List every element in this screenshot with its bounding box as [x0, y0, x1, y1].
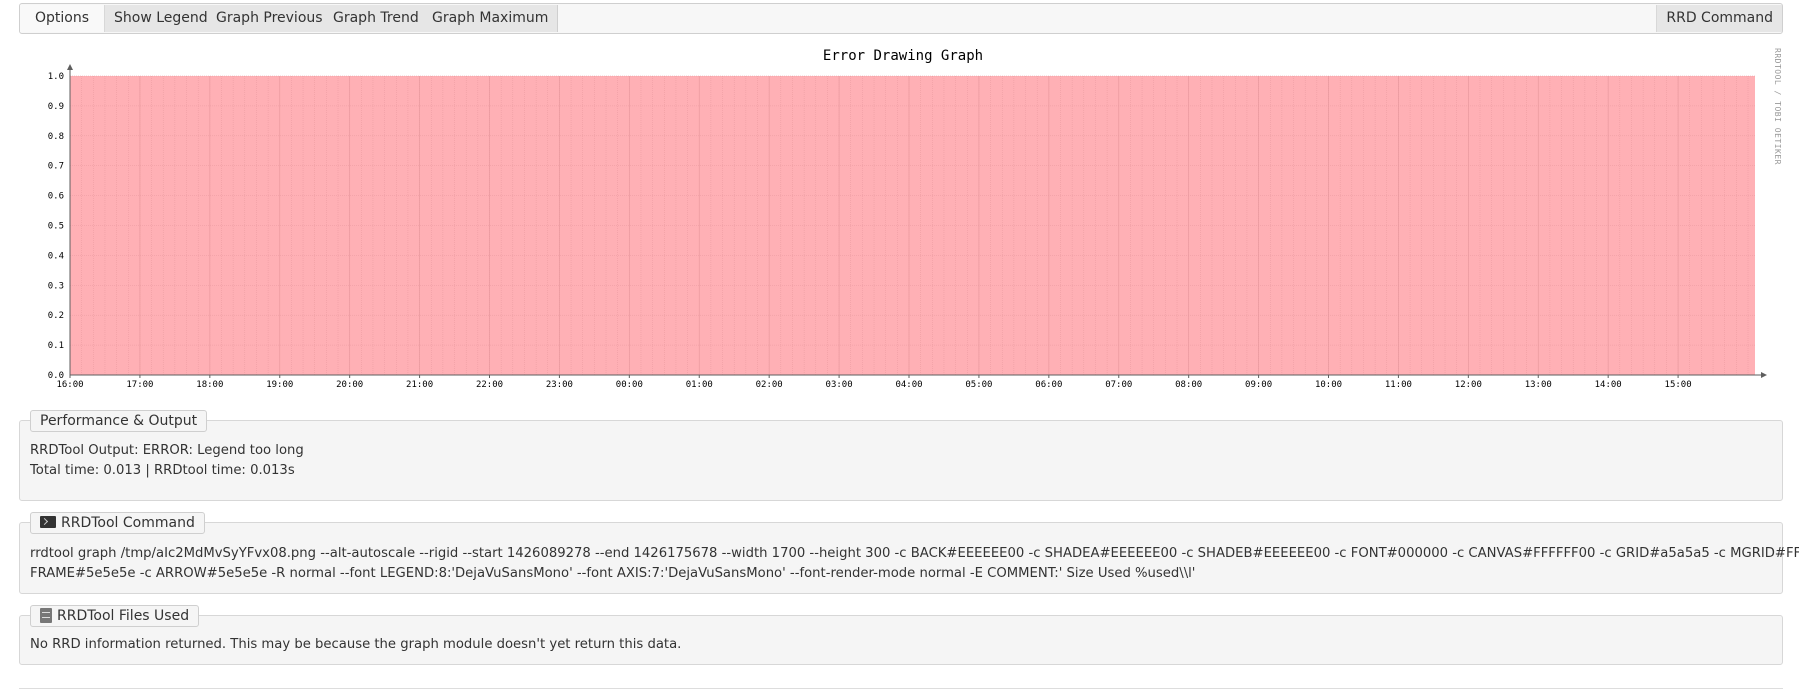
x-tick-label: 10:00 — [1315, 380, 1342, 390]
x-tick-label: 01:00 — [686, 380, 713, 390]
y-tick-label: 0.2 — [48, 311, 64, 321]
performance-legend: Performance & Output — [30, 410, 208, 432]
x-tick-label: 15:00 — [1665, 380, 1692, 390]
x-tick-label: 21:00 — [406, 380, 433, 390]
x-tick-label: 04:00 — [895, 380, 922, 390]
y-tick-label: 0.4 — [48, 251, 64, 261]
graph-maximum-button[interactable]: Graph Maximum — [423, 5, 559, 32]
x-tick-label: 06:00 — [1035, 380, 1062, 390]
terminal-icon — [40, 516, 56, 528]
rrd-command-button[interactable]: RRD Command — [1656, 5, 1782, 32]
x-tick-label: 00:00 — [616, 380, 643, 390]
y-tick-label: 0.9 — [48, 102, 64, 112]
x-tick-label: 17:00 — [126, 380, 153, 390]
files-legend: RRDTool Files Used — [30, 605, 200, 627]
total-time-text: Total time: 0.013 | RRDtool time: 0.013s — [30, 463, 295, 478]
files-message: No RRD information returned. This may be… — [30, 637, 682, 652]
x-tick-label: 02:00 — [756, 380, 783, 390]
y-tick-label: 0.5 — [48, 222, 64, 232]
y-tick-label: 0.1 — [48, 341, 64, 351]
y-tick-label: 0.7 — [48, 162, 64, 172]
y-axis-arrow — [67, 64, 73, 70]
x-tick-label: 16:00 — [56, 380, 83, 390]
command-legend: RRDTool Command — [30, 512, 205, 534]
footer-divider — [19, 688, 1783, 689]
x-tick-label: 18:00 — [196, 380, 223, 390]
x-tick-label: 12:00 — [1455, 380, 1482, 390]
graph-trend-button[interactable]: Graph Trend — [324, 5, 429, 32]
error-graph-chart: 1.00.90.80.70.60.50.40.30.20.10.016:00 17… — [48, 64, 1767, 390]
file-icon — [40, 607, 52, 623]
options-button[interactable]: Options — [20, 5, 105, 32]
x-tick-label: 11:00 — [1385, 380, 1412, 390]
command-line-1: rrdtool graph /tmp/aIc2MdMvSyYFvx08.png … — [30, 546, 1799, 561]
x-tick-label: 22:00 — [476, 380, 503, 390]
y-tick-label: 0.3 — [48, 281, 64, 291]
x-tick-label: 20:00 — [336, 380, 363, 390]
x-tick-label: 13:00 — [1525, 380, 1552, 390]
x-tick-label: 23:00 — [546, 380, 573, 390]
x-axis-arrow — [1761, 372, 1767, 378]
command-panel: RRDTool Command rrdtool graph /tmp/aIc2M… — [19, 512, 1799, 594]
rrdtool-output-text: RRDTool Output: ERROR: Legend too long — [30, 443, 304, 458]
x-tick-label: 09:00 — [1245, 380, 1272, 390]
y-tick-label: 0.8 — [48, 132, 64, 142]
x-tick-label: 08:00 — [1175, 380, 1202, 390]
files-panel: RRDTool Files Used No RRD information re… — [19, 605, 1783, 665]
performance-panel: Performance & Output RRDTool Output: ERR… — [19, 410, 1783, 501]
graph-toolbar: Options Show Legend Graph Previous Graph… — [19, 3, 1783, 34]
command-line-2: FRAME#5e5e5e -c ARROW#5e5e5e -R normal -… — [30, 566, 1196, 581]
x-tick-label: 07:00 — [1105, 380, 1132, 390]
y-tick-label: 0.6 — [48, 192, 64, 202]
show-legend-button[interactable]: Show Legend — [105, 5, 218, 32]
x-tick-label: 03:00 — [826, 380, 853, 390]
command-legend-label: RRDTool Command — [61, 515, 195, 531]
graph-image: Error Drawing Graph RRDTOOL / TOBI OETIK… — [28, 40, 1788, 400]
x-tick-label: 14:00 — [1595, 380, 1622, 390]
x-tick-label: 19:00 — [266, 380, 293, 390]
x-tick-label: 05:00 — [965, 380, 992, 390]
y-tick-label: 1.0 — [48, 72, 64, 82]
files-legend-label: RRDTool Files Used — [57, 608, 190, 624]
graph-previous-button[interactable]: Graph Previous — [207, 5, 333, 32]
